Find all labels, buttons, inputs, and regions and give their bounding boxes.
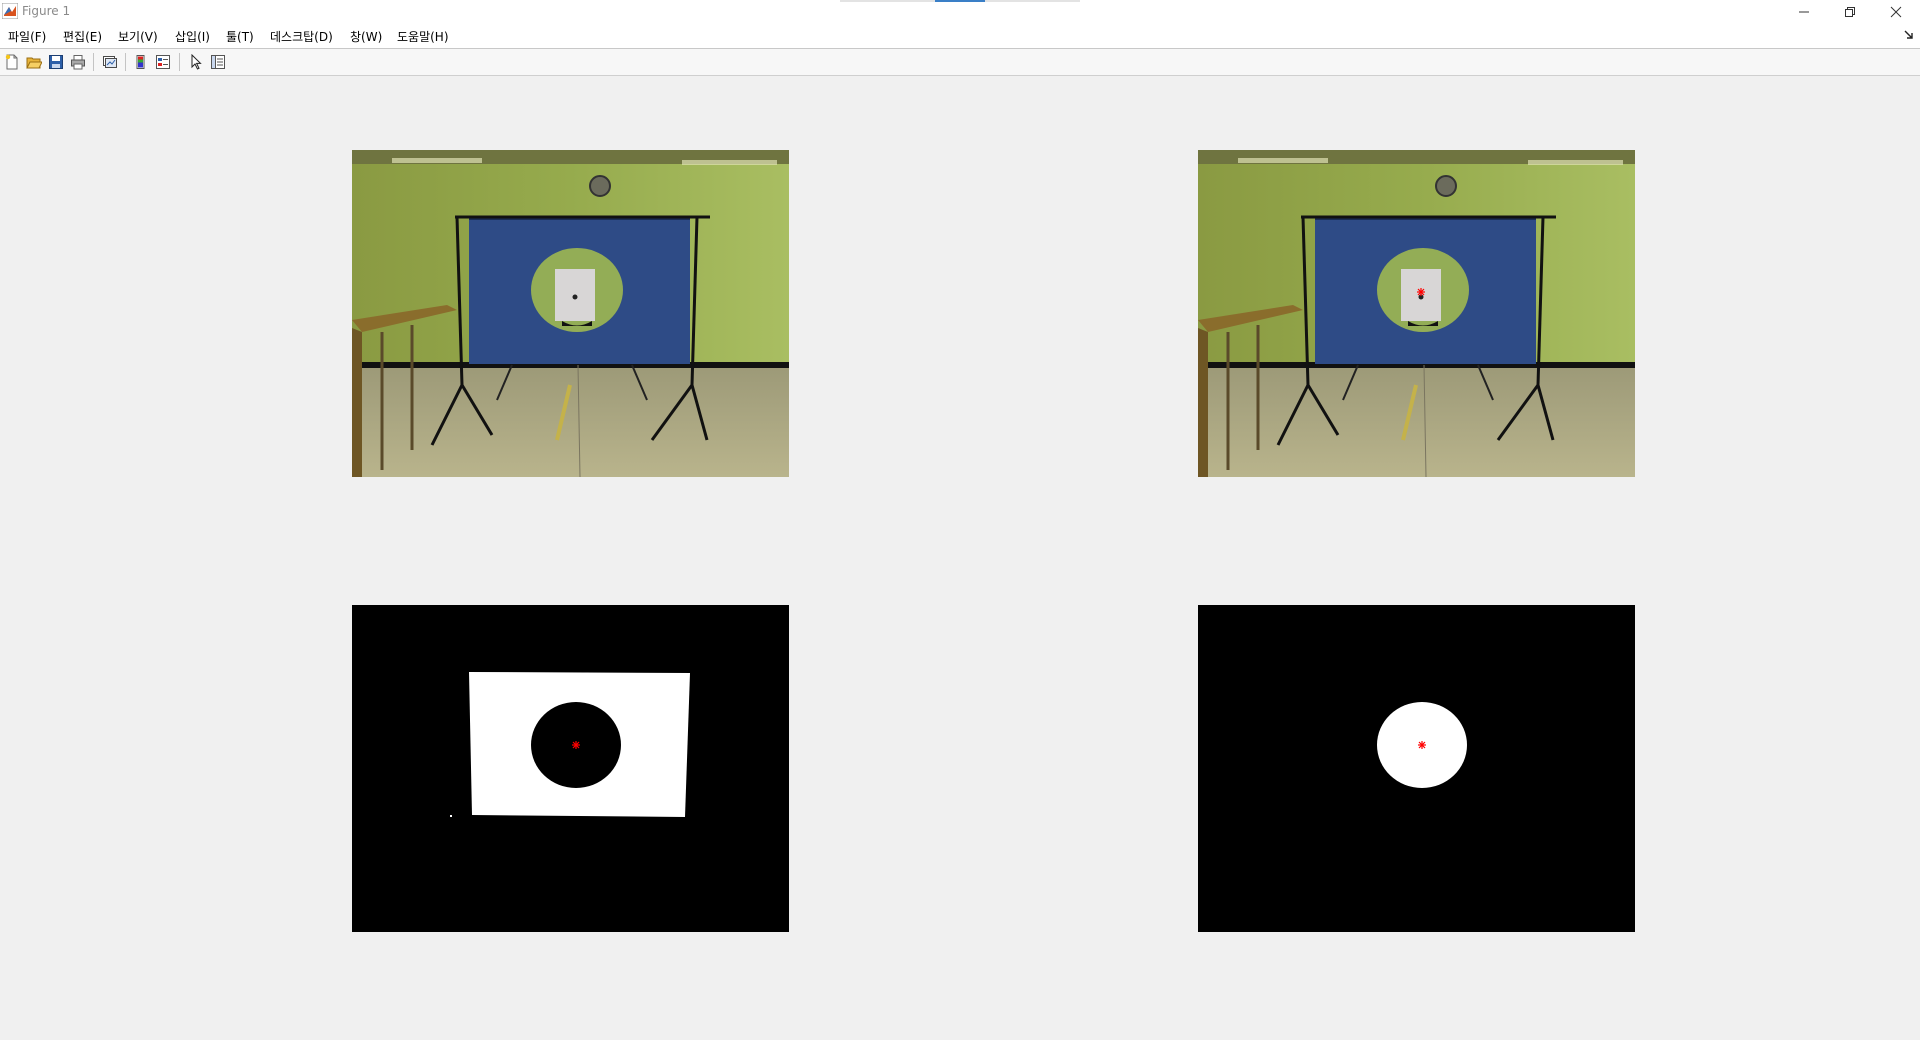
- binary-mask-circle-axes[interactable]: [1198, 605, 1635, 932]
- insert-colorbar-icon: [136, 55, 145, 69]
- title-accent-right: [985, 0, 1080, 2]
- photo-image: [352, 150, 789, 477]
- center-marker: [1418, 741, 1426, 749]
- binary-mask-target-axes[interactable]: [352, 605, 789, 932]
- toolbar-separator: [93, 53, 94, 71]
- photo-image: [1198, 150, 1635, 477]
- binary-mask-image: [1198, 605, 1635, 932]
- print-icon: [71, 55, 85, 70]
- insert-legend-button[interactable]: [153, 52, 173, 72]
- save-icon: [49, 55, 63, 69]
- menu-view[interactable]: 보기(V): [118, 28, 158, 45]
- insert-legend-icon: [156, 55, 170, 69]
- print-button[interactable]: [68, 52, 88, 72]
- menu-desktop[interactable]: 데스크탑(D): [270, 28, 333, 45]
- edit-plot-arrow-icon: [191, 54, 202, 70]
- menu-window[interactable]: 창(W): [350, 28, 382, 45]
- toolbar-separator: [179, 53, 180, 71]
- minimize-button[interactable]: [1781, 0, 1827, 23]
- window-title-bar: Figure 1: [0, 0, 1920, 23]
- toolbar-separator: [125, 53, 126, 71]
- link-plot-icon: [103, 56, 117, 68]
- close-button[interactable]: [1873, 0, 1919, 23]
- binary-mask-image: [352, 605, 789, 932]
- new-figure-icon: [5, 54, 18, 70]
- center-marker: [572, 741, 580, 749]
- open-file-icon: [26, 57, 42, 69]
- menu-insert[interactable]: 삽입(I): [175, 28, 210, 45]
- menu-tools[interactable]: 툴(T): [226, 28, 254, 45]
- dock-arrow-icon[interactable]: [1904, 30, 1914, 40]
- center-marker: [1417, 288, 1425, 296]
- figure-toolbar: [0, 49, 1920, 76]
- title-accent-left: [840, 0, 935, 2]
- edit-plot-button[interactable]: [186, 52, 206, 72]
- matlab-app-icon: [2, 3, 18, 19]
- minimize-icon: [1799, 11, 1809, 12]
- restore-icon: [1845, 6, 1855, 17]
- property-inspector-button[interactable]: [208, 52, 228, 72]
- menu-help[interactable]: 도움말(H): [397, 28, 449, 45]
- link-plot-button[interactable]: [100, 52, 120, 72]
- property-inspector-icon: [211, 55, 225, 69]
- window-title: Figure 1: [22, 4, 71, 18]
- photo-with-center-marker-axes[interactable]: [1198, 150, 1635, 477]
- menu-edit[interactable]: 편집(E): [63, 28, 102, 45]
- restore-button[interactable]: [1827, 0, 1873, 23]
- new-figure-button[interactable]: [2, 52, 22, 72]
- save-button[interactable]: [46, 52, 66, 72]
- title-accent-center: [935, 0, 985, 2]
- menu-file[interactable]: 파일(F): [8, 28, 46, 45]
- close-icon: [1890, 6, 1902, 17]
- open-file-button[interactable]: [24, 52, 44, 72]
- original-photo-axes[interactable]: [352, 150, 789, 477]
- insert-colorbar-button[interactable]: [131, 52, 151, 72]
- menu-bar: 파일(F) 편집(E) 보기(V) 삽입(I) 툴(T) 데스크탑(D) 창(W…: [0, 23, 1920, 49]
